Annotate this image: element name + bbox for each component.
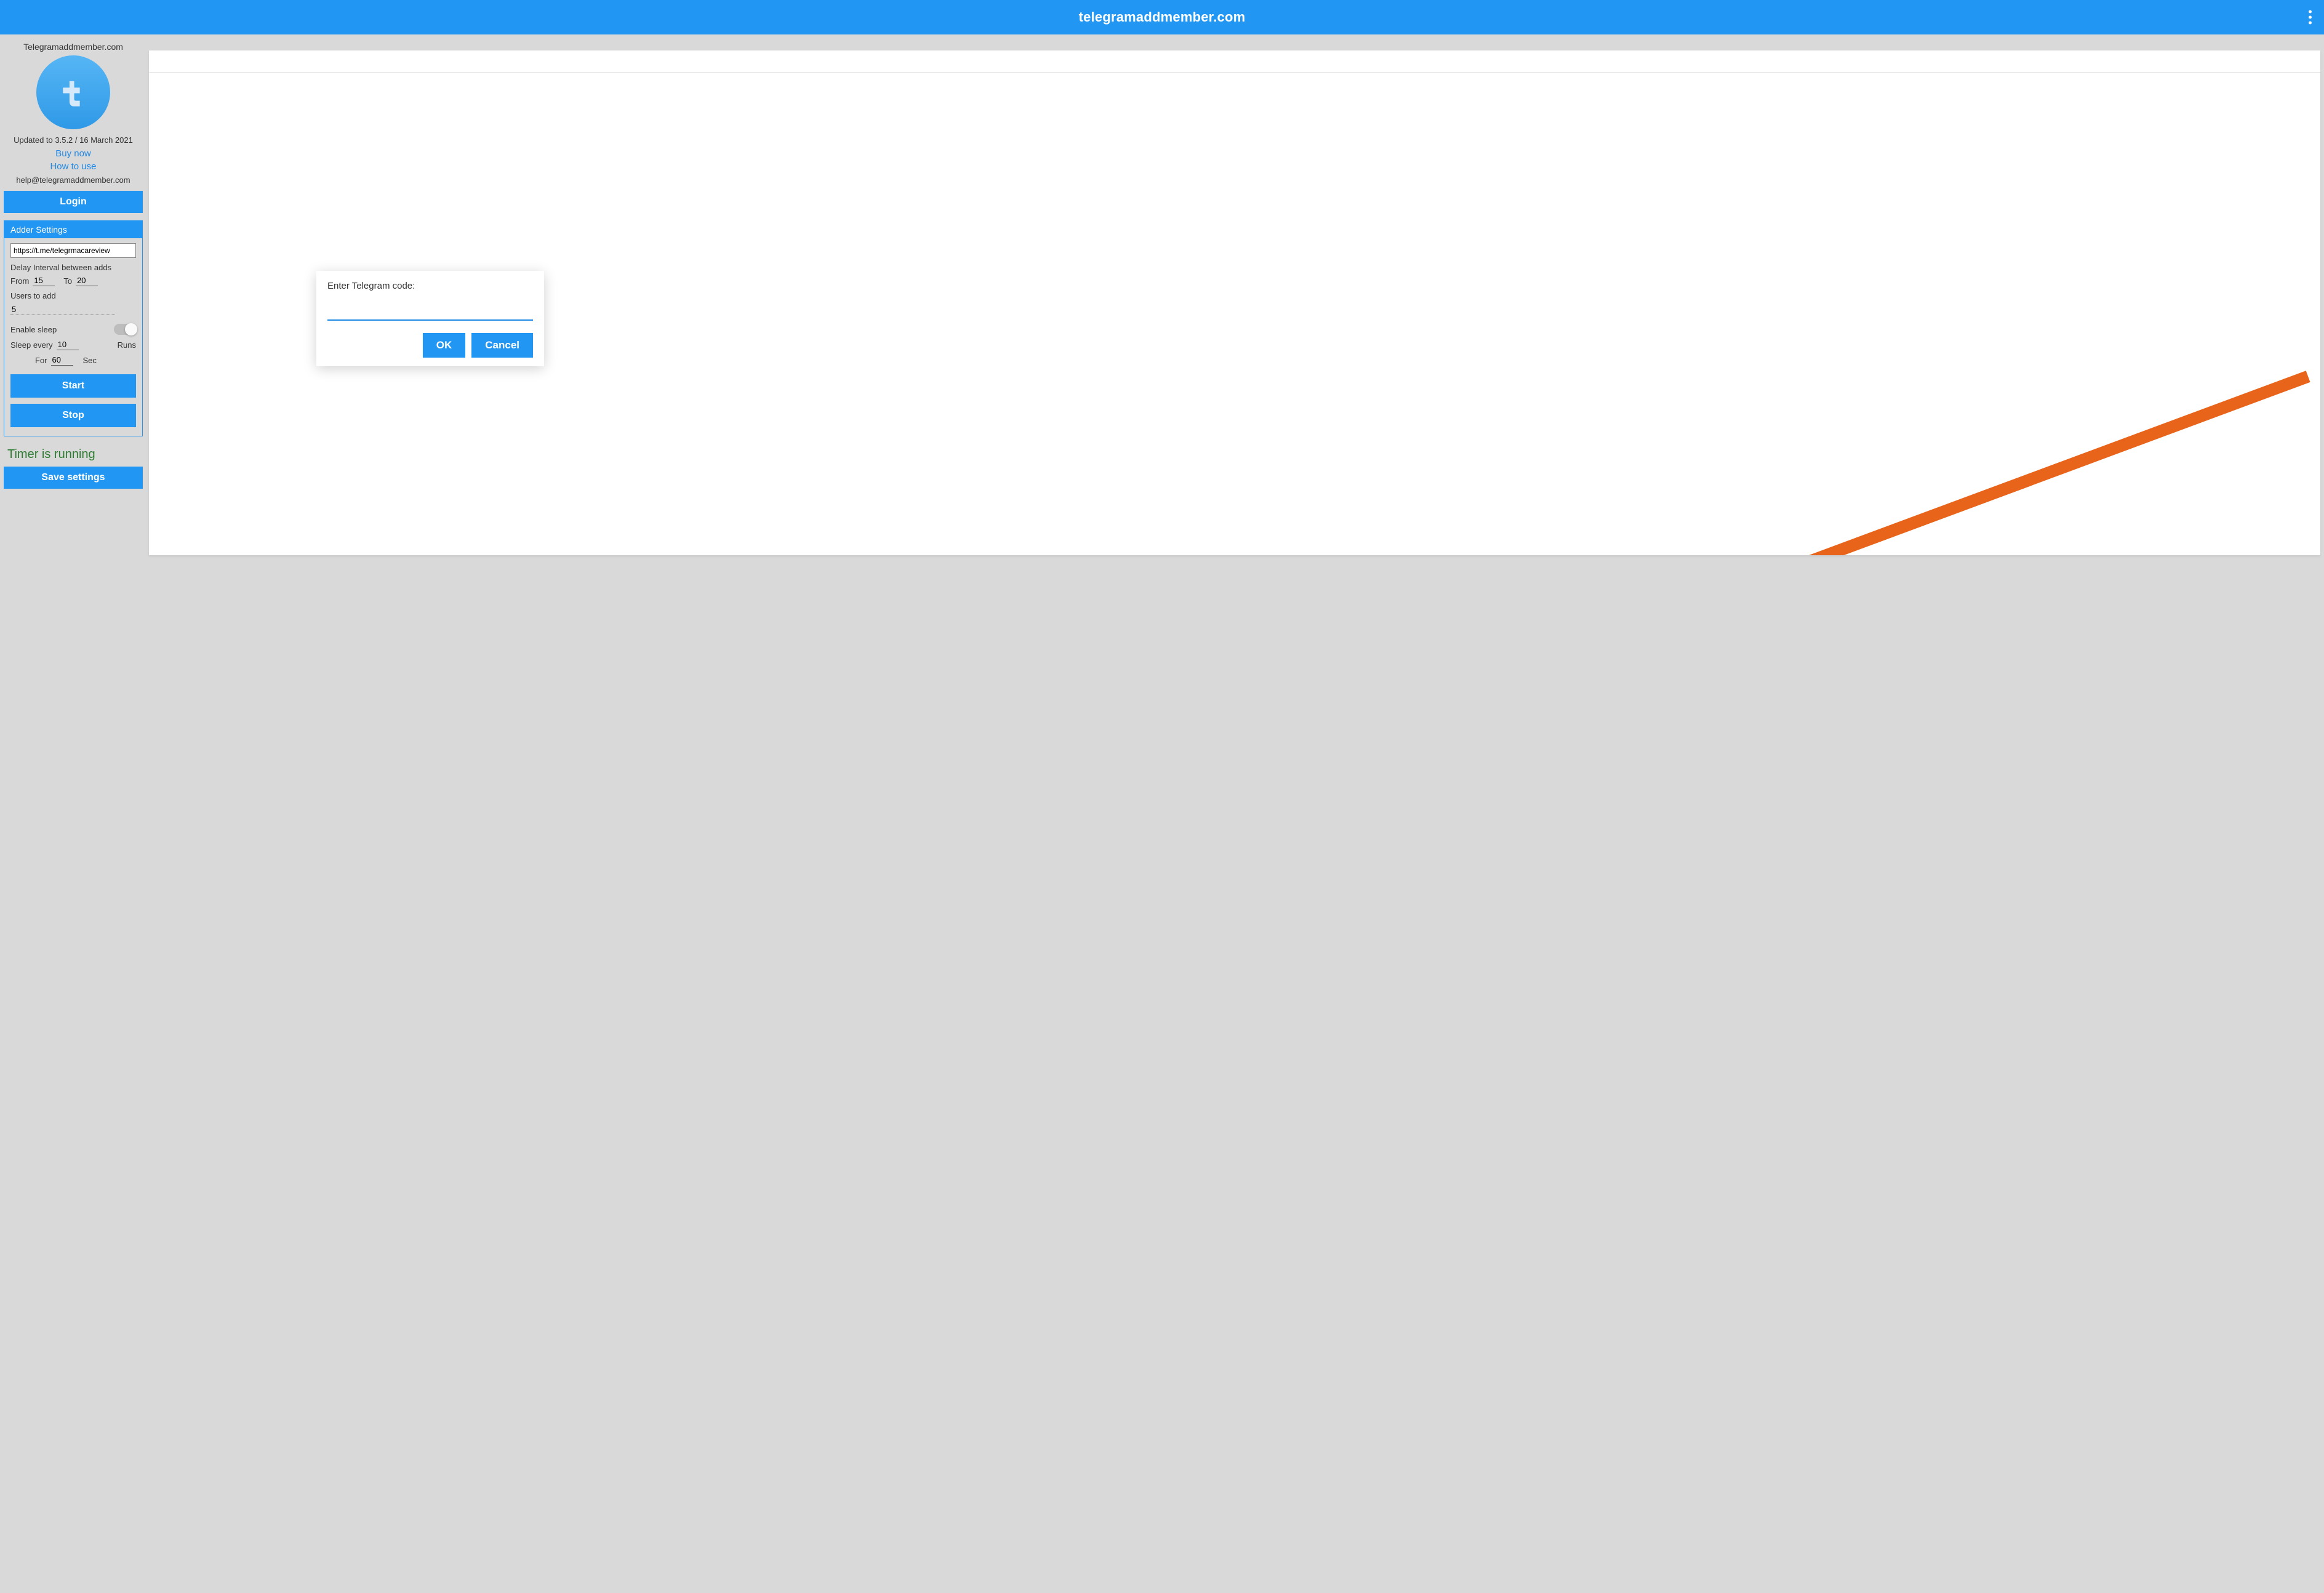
dialog-prompt: Enter Telegram code: <box>327 281 533 291</box>
delay-from-input[interactable] <box>33 276 55 286</box>
channel-url-input[interactable] <box>10 243 136 258</box>
cancel-button[interactable]: Cancel <box>471 333 533 358</box>
users-to-add-label: Users to add <box>10 291 136 300</box>
sleep-every-label: Sleep every <box>10 340 53 350</box>
for-label: For <box>35 356 47 365</box>
timer-status: Timer is running <box>7 447 143 462</box>
from-label: From <box>10 276 29 286</box>
stop-button[interactable]: Stop <box>10 404 136 427</box>
adder-settings-panel: Adder Settings Delay Interval between ad… <box>4 220 143 436</box>
to-label: To <box>63 276 72 286</box>
help-email: help@telegramaddmember.com <box>4 175 143 185</box>
main-toolbar-strip <box>149 50 2320 73</box>
buy-now-link[interactable]: Buy now <box>4 148 143 159</box>
sleep-for-input[interactable] <box>51 355 73 366</box>
version-text: Updated to 3.5.2 / 16 March 2021 <box>4 135 143 145</box>
titlebar: telegramaddmember.com <box>0 0 2324 34</box>
delay-to-input[interactable] <box>76 276 98 286</box>
start-button[interactable]: Start <box>10 374 136 398</box>
enter-code-dialog: Enter Telegram code: OK Cancel <box>316 271 544 366</box>
telegram-code-input[interactable] <box>327 306 533 321</box>
users-to-add-input[interactable] <box>10 305 115 315</box>
brand-title: Telegramaddmember.com <box>4 42 143 52</box>
sidebar: Telegramaddmember.com Updated to 3.5.2 /… <box>4 34 143 489</box>
ok-button[interactable]: OK <box>423 333 466 358</box>
app-logo-icon <box>36 55 110 129</box>
main-content: Enter Telegram code: OK Cancel <box>149 50 2320 555</box>
sleep-every-input[interactable] <box>57 340 79 350</box>
runs-label: Runs <box>118 340 136 350</box>
app-title: telegramaddmember.com <box>1079 9 1246 25</box>
save-settings-button[interactable]: Save settings <box>4 467 143 489</box>
how-to-use-link[interactable]: How to use <box>4 161 143 172</box>
delay-interval-label: Delay Interval between adds <box>10 263 136 272</box>
enable-sleep-toggle[interactable] <box>114 324 136 335</box>
menu-kebab-icon[interactable] <box>2305 7 2315 28</box>
sec-label: Sec <box>83 356 97 365</box>
enable-sleep-label: Enable sleep <box>10 325 57 334</box>
login-button[interactable]: Login <box>4 191 143 213</box>
panel-title: Adder Settings <box>4 221 142 238</box>
